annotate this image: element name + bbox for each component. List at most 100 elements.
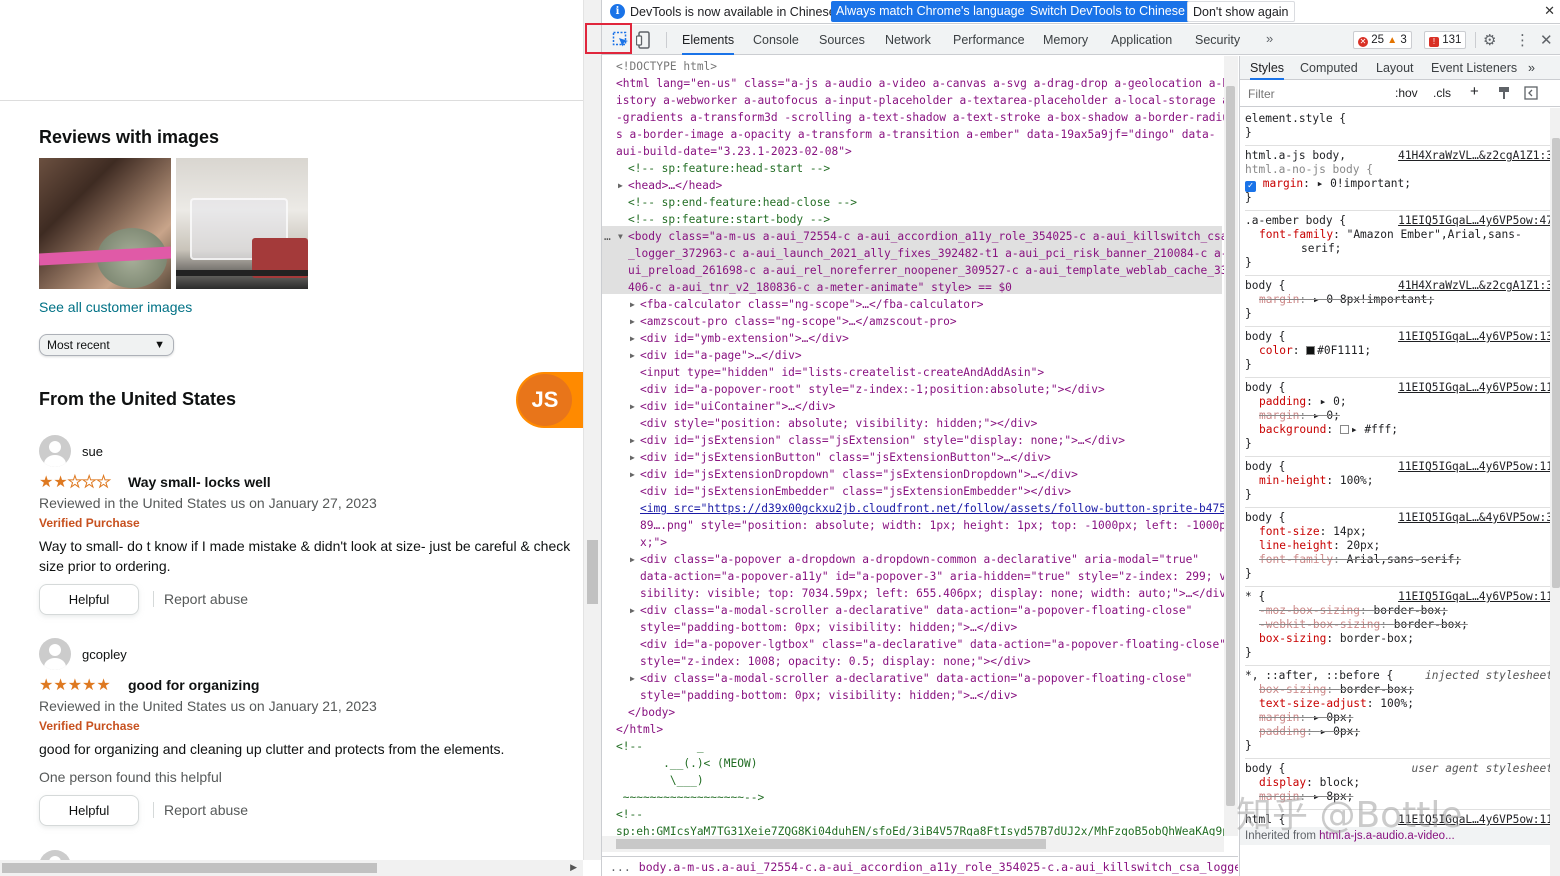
tab-console[interactable]: Console [753, 25, 799, 55]
dom-node-line[interactable]: 406-c a-aui_tnr_v2_180836-c a-meter-anim… [628, 279, 1012, 296]
expand-triangle-icon[interactable]: ▶ [630, 670, 635, 687]
tab-security[interactable]: Security [1195, 25, 1240, 55]
property-value[interactable]: border-box; [1374, 604, 1448, 617]
dom-node-line[interactable]: ▼ <body class="a-m-us a-aui_72554-c a-aui… [618, 228, 1224, 245]
property-value[interactable]: 100%; [1380, 697, 1414, 710]
dom-node-line[interactable]: <!-- sp:end-feature:head-close --> [628, 194, 857, 211]
dom-node-line[interactable]: s a-border-image a-opacity a-transform a… [616, 126, 1215, 143]
color-swatch[interactable] [1306, 346, 1316, 355]
dom-node-line[interactable]: ▶ <div id="jsExtensionDropdown" class="js… [630, 466, 1078, 483]
report-abuse-link[interactable]: Report abuse [164, 802, 248, 818]
expand-triangle-icon[interactable]: ▶ [630, 347, 635, 364]
style-declaration[interactable]: margin: ▸ 0 8px!important; [1259, 293, 1434, 307]
property-value[interactable]: 14px; [1333, 525, 1367, 538]
style-declaration[interactable]: padding: ▸ 0; [1259, 395, 1347, 409]
style-declaration[interactable]: font-size: 14px; [1259, 525, 1367, 539]
property-value[interactable]: 100%; [1340, 474, 1374, 487]
switch-to-chinese-button[interactable]: Switch DevTools to Chinese [1025, 1, 1190, 22]
dom-node-line[interactable]: ▶ <div class="a-popover a-dropdown a-drop… [630, 551, 1199, 568]
property-name[interactable]: line-height [1259, 539, 1333, 552]
style-declaration[interactable]: -webkit-box-sizing: border-box; [1259, 618, 1468, 632]
dom-node-line[interactable]: ▶ <div id="jsExtensionButton" class="jsEx… [630, 449, 1051, 466]
dom-node-line[interactable]: style="z-index: 1008; opacity: 0.5; disp… [640, 653, 1031, 670]
rule-selector[interactable]: body { [1245, 511, 1285, 525]
report-abuse-link[interactable]: Report abuse [164, 591, 248, 607]
star-rating[interactable]: ★★★★★ [39, 675, 111, 695]
scrollbar-thumb[interactable] [1552, 138, 1560, 588]
more-sidebar-tabs-icon[interactable]: » [1528, 56, 1535, 80]
tab-sources[interactable]: Sources [819, 25, 865, 55]
property-name[interactable]: text-size-adjust [1259, 697, 1367, 710]
dom-node-line[interactable]: style="padding-bottom: 0px; visibility: … [640, 687, 1017, 704]
breadcrumb-current[interactable]: body.a-m-us.a-aui_72554-c.a-aui_accordio… [639, 860, 1238, 874]
style-declaration[interactable]: line-height: 20px; [1259, 539, 1380, 553]
dom-node-line[interactable]: ▶ <div id="jsExtension" class="jsExtensio… [630, 432, 1125, 449]
style-rules-list[interactable]: element.style {} html.a-js body, 41H4XraWz… [1245, 108, 1555, 840]
kebab-menu-icon[interactable]: ⋮ [1515, 31, 1530, 49]
new-rule-button[interactable]: + [1470, 83, 1479, 100]
dom-node-line[interactable]: -gradients a-transform3d -scrolling a-te… [616, 109, 1224, 126]
property-name[interactable]: font-family [1259, 228, 1333, 241]
device-toolbar-button[interactable] [635, 31, 652, 54]
property-name[interactable]: box-sizing [1259, 683, 1326, 696]
match-language-button[interactable]: Always match Chrome's language [831, 1, 1030, 22]
expand-triangle-icon[interactable]: ▶ [630, 432, 635, 449]
dom-node-line[interactable]: x;"> [640, 534, 667, 551]
property-value[interactable]: border-box; [1394, 618, 1468, 631]
dom-node-line[interactable]: <!-- sp:feature:start-body --> [628, 211, 830, 228]
dom-node-line[interactable]: _logger_372963-c a-aui_launch_2021_ally_… [628, 245, 1224, 262]
dom-node-line[interactable]: ▶ <amzscout-pro class="ng-scope">…</amzsc… [630, 313, 957, 330]
dom-node-line[interactable]: sibility: visible; top: 7034.59px; left:… [640, 585, 1224, 602]
tab-performance[interactable]: Performance [953, 25, 1025, 55]
style-declaration[interactable]: margin: ▸ 0px; [1259, 711, 1353, 725]
dom-node-line[interactable]: <!-- _ [616, 738, 704, 755]
property-name[interactable]: min-height [1259, 474, 1326, 487]
property-value[interactable]: ▸ 0 8px!important; [1313, 293, 1434, 306]
dom-node-line[interactable]: <img src="https://d39x00gckxu2jb.cloudfr… [640, 500, 1224, 517]
color-swatch[interactable] [1339, 425, 1349, 434]
styles-scrollbar[interactable] [1550, 108, 1560, 876]
dom-node-line[interactable]: <input type="hidden" id="lists-createlis… [640, 364, 1044, 381]
tab-layout[interactable]: Layout [1376, 56, 1414, 80]
scrollbar-thumb[interactable] [1226, 86, 1235, 806]
property-value[interactable]: ▸ #fff; [1351, 423, 1398, 436]
elements-horizontal-scrollbar[interactable] [602, 836, 1224, 852]
expand-triangle-icon[interactable]: ▶ [630, 330, 635, 347]
rule-selector[interactable]: body { [1245, 381, 1285, 395]
helpful-button[interactable]: Helpful [39, 795, 139, 826]
dom-node-line[interactable]: <div id="a-popover-root" style="z-index:… [640, 381, 1105, 398]
style-declaration[interactable]: serif; [1301, 242, 1341, 256]
style-declaration[interactable]: padding: ▸ 0px; [1259, 725, 1360, 739]
dom-node-line[interactable]: ▶ <fba-calculator class="ng-scope">…</fba… [630, 296, 984, 313]
style-declaration[interactable]: margin: ▸ 0; [1259, 409, 1340, 423]
issues-badge[interactable]: ! 131 [1424, 31, 1467, 49]
dom-node-line[interactable]: <html lang="en-us" class="a-js a-audio a… [616, 75, 1224, 92]
dom-node-line[interactable]: </html> [616, 721, 663, 738]
rule-source-link[interactable]: 41H4XraWzVL…&z2cgA1Z1:3 [1398, 279, 1553, 293]
rule-selector[interactable]: html.a-js body, [1245, 149, 1346, 163]
rule-selector[interactable]: body { [1245, 330, 1285, 344]
rule-selector[interactable]: body { [1245, 279, 1285, 293]
rule-source-link[interactable]: 41H4XraWzVL…&z2cgA1Z1:3 [1398, 149, 1553, 163]
property-name[interactable]: color [1259, 344, 1293, 357]
dom-node-line[interactable]: <!-- [616, 806, 643, 823]
dont-show-again-button[interactable]: Don't show again [1187, 1, 1295, 22]
page-horizontal-scrollbar[interactable]: ▶ [0, 860, 583, 876]
expand-triangle-icon[interactable]: ▶ [630, 449, 635, 466]
property-value[interactable]: border-box; [1340, 632, 1414, 645]
property-name[interactable]: font-size [1259, 525, 1320, 538]
property-name[interactable]: font-family [1259, 553, 1333, 566]
tab-application[interactable]: Application [1111, 25, 1172, 55]
property-name[interactable]: margin [1259, 409, 1299, 422]
paint-brush-icon[interactable] [1497, 86, 1511, 103]
dom-node-line[interactable]: istory a-webworker a-autofocus a-input-p… [616, 92, 1224, 109]
page-vertical-scrollbar[interactable] [583, 0, 601, 860]
dom-node-line[interactable]: <!DOCTYPE html> [616, 58, 717, 75]
property-value[interactable]: ▸ 0; [1313, 409, 1340, 422]
collapse-triangle-icon[interactable]: ▼ [618, 228, 623, 245]
rule-source-link[interactable]: 11EIQ5IGqaL…4y6VP5ow:11 [1398, 460, 1553, 474]
style-declaration[interactable]: text-size-adjust: 100%; [1259, 697, 1414, 711]
property-name[interactable]: padding [1259, 395, 1306, 408]
tab-network[interactable]: Network [885, 25, 931, 55]
expand-triangle-icon[interactable]: ▶ [630, 602, 635, 619]
